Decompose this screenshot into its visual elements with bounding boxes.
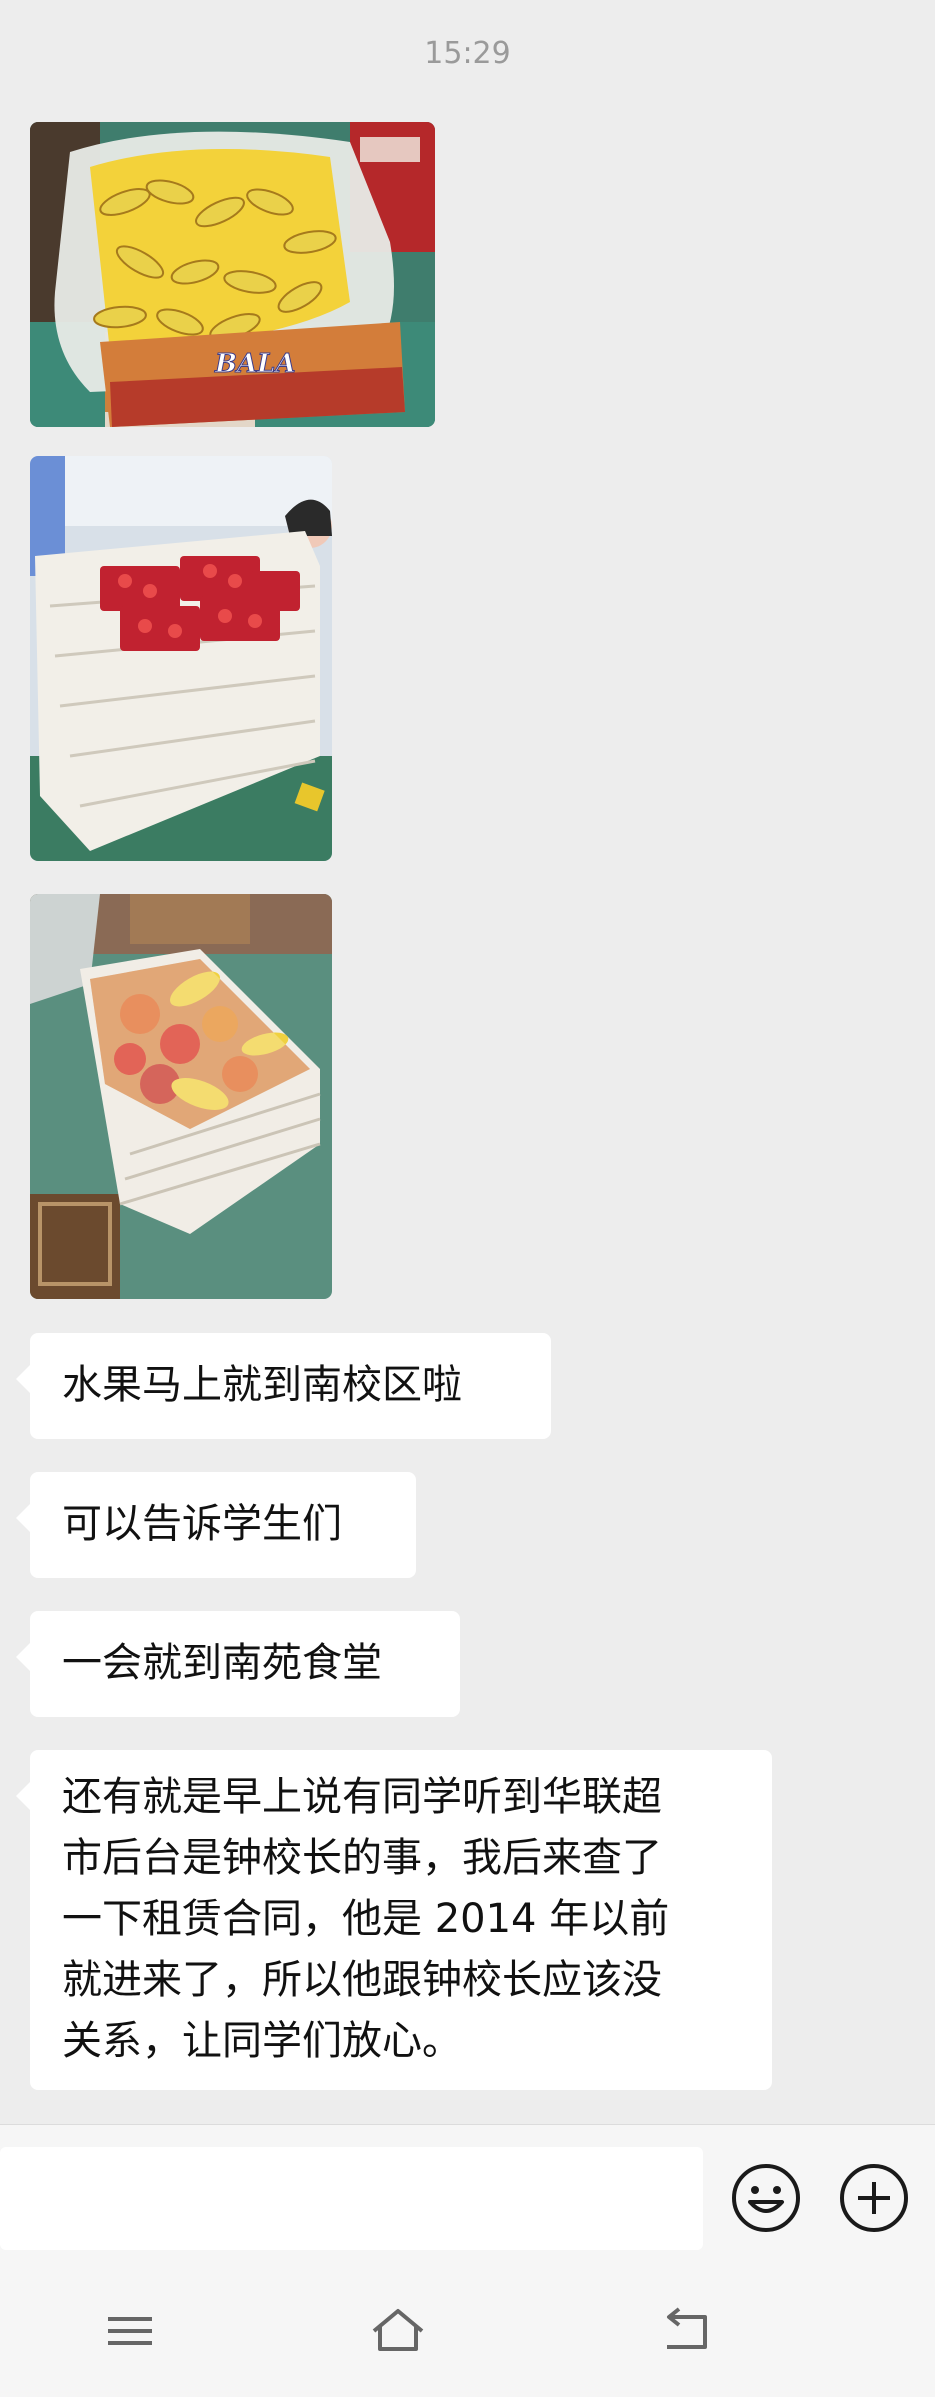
text-message[interactable]: 还有就是早上说有同学听到华联超 市后台是钟校长的事，我后来查了 一下租赁合同，他… [16, 1750, 772, 2090]
home-button[interactable] [368, 2305, 428, 2357]
emoji-button[interactable] [730, 2162, 802, 2234]
home-icon [372, 2309, 424, 2351]
message-line: 就进来了，所以他跟钟校长应该没 [62, 1957, 662, 2003]
message-line: 市后台是钟校长的事，我后来查了 [62, 1835, 662, 1881]
back-button[interactable] [655, 2305, 715, 2357]
image-message-bananas[interactable]: BALA [30, 122, 435, 427]
message-line: 一下租赁合同，他是 2014 年以前 [62, 1896, 670, 1942]
message-timestamp: 15:29 [424, 36, 511, 71]
smiley-face-icon [732, 2164, 800, 2232]
menu-button[interactable] [100, 2305, 160, 2357]
mixed-fruit-photo [30, 894, 332, 1299]
chat-input-bar [0, 2124, 935, 2267]
plus-circle-icon [840, 2164, 908, 2232]
message-line: 可以告诉学生们 [62, 1501, 342, 1547]
image-message-mixed-fruit[interactable] [30, 894, 332, 1299]
message-line: 还有就是早上说有同学听到华联超 [62, 1774, 662, 1820]
bananas-photo: BALA [30, 122, 435, 427]
message-line: 关系，让同学们放心。 [62, 2018, 462, 2064]
text-message[interactable]: 水果马上就到南校区啦 [16, 1333, 551, 1439]
strawberries-photo [30, 456, 332, 861]
text-message[interactable]: 可以告诉学生们 [16, 1472, 416, 1578]
text-message[interactable]: 一会就到南苑食堂 [16, 1611, 460, 1717]
message-line: 水果马上就到南校区啦 [62, 1362, 462, 1408]
more-options-button[interactable] [838, 2162, 910, 2234]
box-brand-label: BALA [214, 349, 296, 379]
message-input[interactable] [0, 2147, 703, 2250]
back-icon [667, 2307, 707, 2349]
image-message-strawberries[interactable] [30, 456, 332, 861]
menu-icon [108, 2317, 152, 2345]
message-line: 一会就到南苑食堂 [62, 1640, 382, 1686]
system-nav-bar [0, 2267, 935, 2397]
